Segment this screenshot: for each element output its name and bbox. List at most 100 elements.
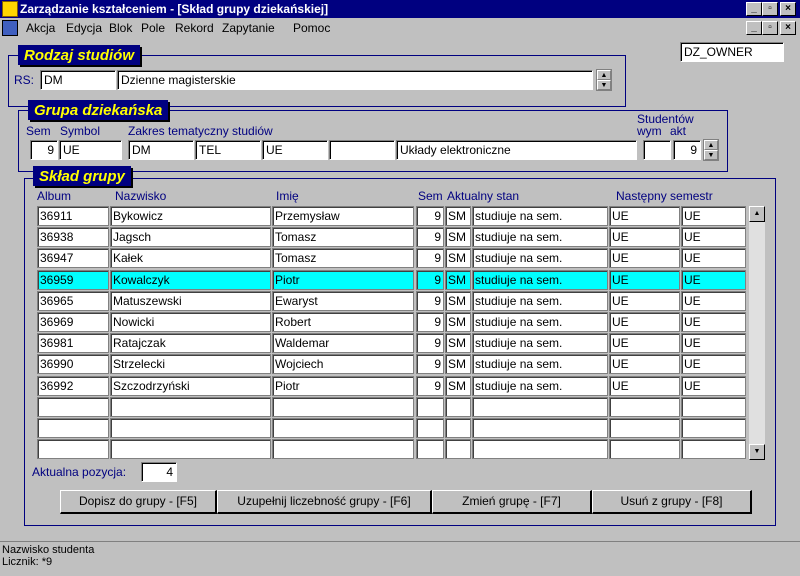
imie-cell[interactable] bbox=[272, 396, 414, 417]
album-cell[interactable]: 36938 bbox=[37, 227, 109, 248]
stan-code-cell[interactable]: SM bbox=[445, 290, 471, 311]
album-cell[interactable]: 36959 bbox=[37, 269, 109, 290]
zakres-field-2[interactable]: TEL bbox=[195, 140, 261, 160]
sem-cell[interactable]: 9 bbox=[416, 290, 444, 311]
album-cell[interactable]: 36911 bbox=[37, 206, 109, 226]
grupa-spinner[interactable]: ▲ ▼ bbox=[703, 139, 719, 161]
scroll-down-icon[interactable]: ▼ bbox=[749, 444, 765, 460]
close-icon[interactable]: × bbox=[780, 2, 796, 16]
grupa-sem-field[interactable]: 9 bbox=[30, 140, 58, 160]
stan-cell[interactable]: studiuje na sem. bbox=[472, 248, 608, 269]
stan-code-cell[interactable] bbox=[445, 418, 471, 438]
imie-cell[interactable]: Tomasz bbox=[272, 248, 414, 269]
album-cell[interactable]: 36947 bbox=[37, 248, 109, 269]
nazwisko-cell[interactable]: Ratajczak bbox=[110, 333, 271, 354]
album-cell[interactable] bbox=[37, 439, 109, 460]
doc-restore-icon[interactable]: ▫ bbox=[762, 21, 778, 35]
stan-cell[interactable]: studiuje na sem. bbox=[472, 290, 608, 311]
imie-cell[interactable]: Wojciech bbox=[272, 354, 414, 375]
nazwisko-cell[interactable]: Szczodrzyński bbox=[110, 375, 271, 396]
next-sem-cell-2[interactable] bbox=[681, 418, 746, 438]
nazwisko-cell[interactable]: Bykowicz bbox=[110, 206, 271, 226]
stan-cell[interactable] bbox=[472, 396, 608, 417]
imie-cell[interactable]: Piotr bbox=[272, 375, 414, 396]
next-sem-cell-1[interactable]: UE bbox=[609, 206, 680, 226]
dopisz-button[interactable]: Dopisz do grupy - [F5] bbox=[60, 490, 217, 514]
album-cell[interactable]: 36981 bbox=[37, 333, 109, 354]
menu-akcja[interactable]: Akcja bbox=[26, 21, 55, 35]
next-sem-cell-1[interactable] bbox=[609, 439, 680, 460]
nazwisko-cell[interactable]: Kowalczyk bbox=[110, 269, 271, 290]
next-sem-cell-2[interactable]: UE bbox=[681, 248, 746, 269]
stan-code-cell[interactable] bbox=[445, 439, 471, 460]
album-cell[interactable]: 36965 bbox=[37, 290, 109, 311]
next-sem-cell-2[interactable] bbox=[681, 439, 746, 460]
sem-cell[interactable]: 9 bbox=[416, 333, 444, 354]
usun-button[interactable]: Usuń z grupy - [F8] bbox=[592, 490, 752, 514]
doc-icon[interactable] bbox=[2, 20, 18, 36]
menu-pole[interactable]: Pole bbox=[141, 21, 165, 35]
stan-cell[interactable]: studiuje na sem. bbox=[472, 312, 608, 332]
next-sem-cell-2[interactable]: UE bbox=[681, 290, 746, 311]
spin-up-icon[interactable]: ▲ bbox=[704, 140, 718, 150]
sem-cell[interactable] bbox=[416, 439, 444, 460]
album-cell[interactable]: 36992 bbox=[37, 375, 109, 396]
next-sem-cell-1[interactable]: UE bbox=[609, 269, 680, 290]
next-sem-cell-2[interactable]: UE bbox=[681, 227, 746, 248]
uzupelnij-button[interactable]: Uzupełnij liczebność grupy - [F6] bbox=[217, 490, 432, 514]
sem-cell[interactable]: 9 bbox=[416, 227, 444, 248]
imie-cell[interactable]: Piotr bbox=[272, 269, 414, 290]
next-sem-cell-1[interactable] bbox=[609, 418, 680, 438]
next-sem-cell-1[interactable]: UE bbox=[609, 354, 680, 375]
sem-cell[interactable] bbox=[416, 396, 444, 417]
imie-cell[interactable] bbox=[272, 439, 414, 460]
imie-cell[interactable]: Waldemar bbox=[272, 333, 414, 354]
zmien-button[interactable]: Zmień grupę - [F7] bbox=[432, 490, 592, 514]
spin-up-icon[interactable]: ▲ bbox=[597, 70, 611, 80]
stan-cell[interactable]: studiuje na sem. bbox=[472, 333, 608, 354]
stan-code-cell[interactable]: SM bbox=[445, 248, 471, 269]
next-sem-cell-2[interactable]: UE bbox=[681, 354, 746, 375]
menu-pomoc[interactable]: Pomoc bbox=[293, 21, 330, 35]
next-sem-cell-1[interactable]: UE bbox=[609, 312, 680, 332]
stan-cell[interactable] bbox=[472, 439, 608, 460]
nazwisko-cell[interactable] bbox=[110, 396, 271, 417]
next-sem-cell-1[interactable]: UE bbox=[609, 227, 680, 248]
next-sem-cell-1[interactable]: UE bbox=[609, 333, 680, 354]
zakres-field-4[interactable] bbox=[329, 140, 395, 160]
next-sem-cell-1[interactable]: UE bbox=[609, 375, 680, 396]
next-sem-cell-2[interactable]: UE bbox=[681, 269, 746, 290]
pozycja-field[interactable]: 4 bbox=[141, 462, 177, 482]
stan-code-cell[interactable]: SM bbox=[445, 269, 471, 290]
akt-field[interactable]: 9 bbox=[673, 140, 701, 160]
album-cell[interactable] bbox=[37, 418, 109, 438]
nazwisko-cell[interactable] bbox=[110, 418, 271, 438]
stan-code-cell[interactable]: SM bbox=[445, 333, 471, 354]
zakres-field-1[interactable]: DM bbox=[128, 140, 194, 160]
menu-zapytanie[interactable]: Zapytanie bbox=[222, 21, 275, 35]
rs-code-field[interactable]: DM bbox=[40, 70, 116, 90]
imie-cell[interactable]: Ewaryst bbox=[272, 290, 414, 311]
album-cell[interactable] bbox=[37, 396, 109, 417]
stan-cell[interactable]: studiuje na sem. bbox=[472, 227, 608, 248]
table-scrollbar[interactable]: ▲ ▼ bbox=[749, 206, 765, 460]
menu-edycja[interactable]: Edycja bbox=[66, 21, 102, 35]
stan-cell[interactable]: studiuje na sem. bbox=[472, 354, 608, 375]
next-sem-cell-2[interactable]: UE bbox=[681, 206, 746, 226]
next-sem-cell-2[interactable] bbox=[681, 396, 746, 417]
album-cell[interactable]: 36969 bbox=[37, 312, 109, 332]
nazwisko-cell[interactable] bbox=[110, 439, 271, 460]
album-cell[interactable]: 36990 bbox=[37, 354, 109, 375]
restore-icon[interactable]: ▫ bbox=[762, 2, 778, 16]
next-sem-cell-1[interactable]: UE bbox=[609, 248, 680, 269]
stan-code-cell[interactable] bbox=[445, 396, 471, 417]
next-sem-cell-2[interactable]: UE bbox=[681, 375, 746, 396]
owner-field[interactable]: DZ_OWNER bbox=[680, 42, 784, 62]
zakres-field-3[interactable]: UE bbox=[262, 140, 328, 160]
nazwisko-cell[interactable]: Nowicki bbox=[110, 312, 271, 332]
imie-cell[interactable]: Robert bbox=[272, 312, 414, 332]
imie-cell[interactable] bbox=[272, 418, 414, 438]
rs-name-field[interactable]: Dzienne magisterskie bbox=[117, 70, 593, 90]
nazwisko-cell[interactable]: Strzelecki bbox=[110, 354, 271, 375]
stan-cell[interactable] bbox=[472, 418, 608, 438]
